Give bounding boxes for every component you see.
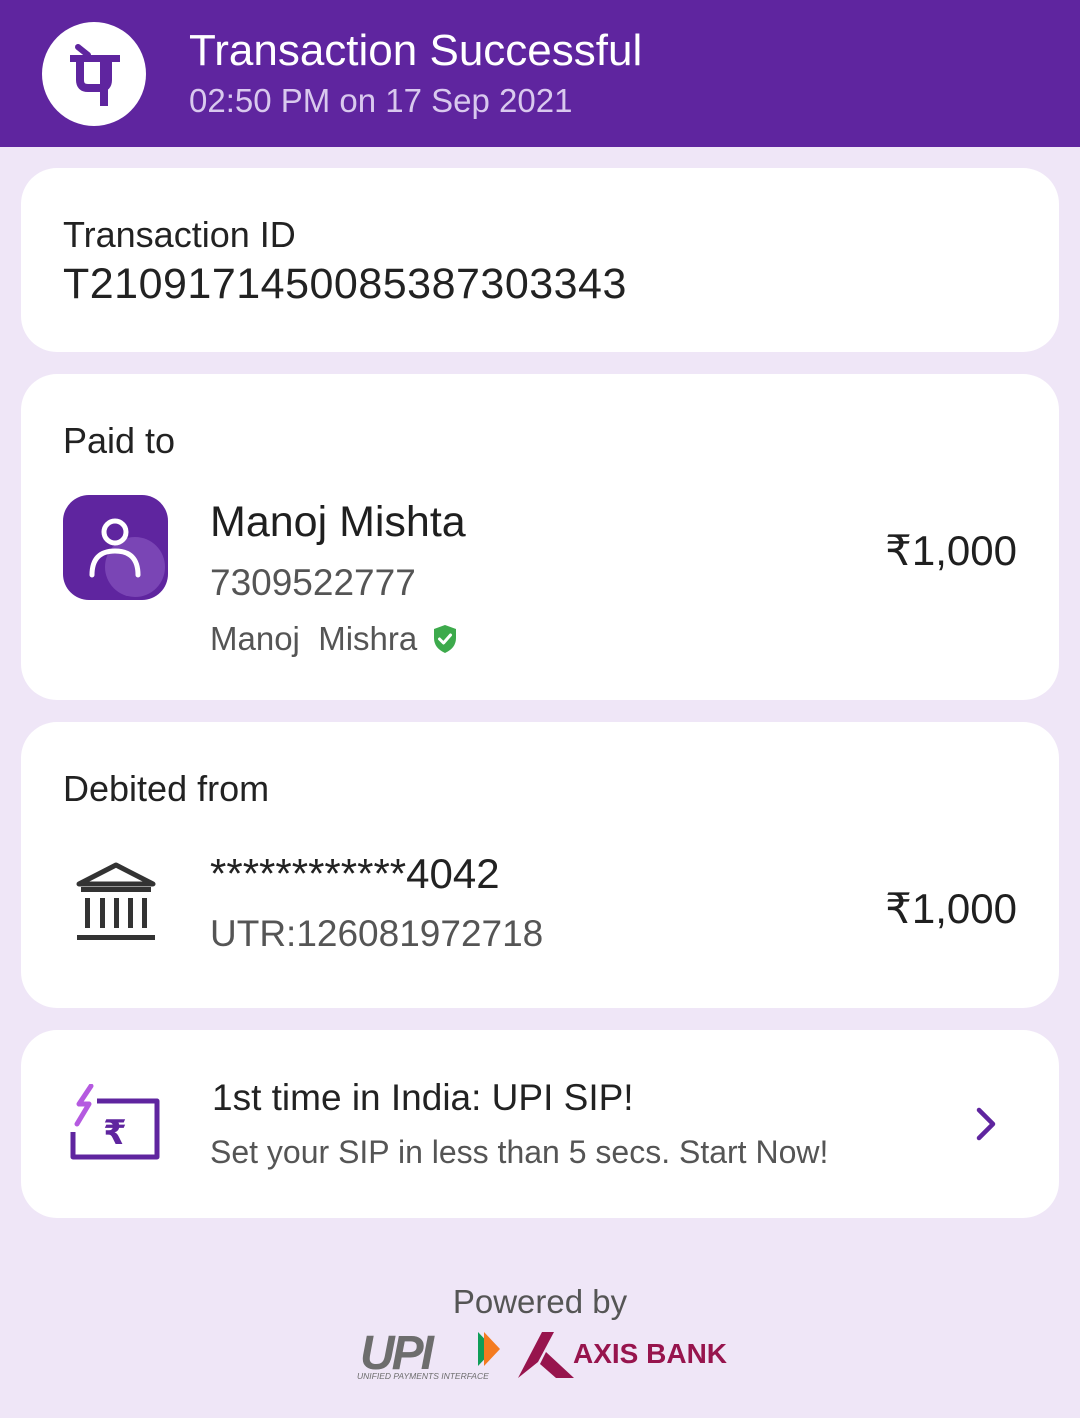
axis-bank-logo: AXIS BANK — [573, 1338, 728, 1369]
payee-verified-row: Manoj Mishra — [210, 620, 458, 658]
account-number-masked: ************4042 — [210, 850, 500, 897]
user-avatar-icon — [63, 495, 168, 600]
paid-to-card[interactable]: Paid to Manoj Mishta 7309522777 Manoj Mi… — [21, 374, 1059, 700]
upi-arrow-icon — [478, 1332, 500, 1366]
powered-by-label: Powered by — [452, 1283, 628, 1320]
upi-tagline: UNIFIED PAYMENTS INTERFACE — [357, 1371, 489, 1381]
payee-name: Manoj Mishta — [210, 498, 466, 546]
transaction-id-card: Transaction ID T2109171450085387303343 — [21, 168, 1059, 352]
axis-bank-logo-icon — [518, 1332, 574, 1378]
header-timestamp: 02:50 PM on 17 Sep 2021 — [189, 82, 573, 119]
utr-number[interactable]: UTR:126081972718 — [210, 913, 543, 955]
debited-from-card[interactable]: Debited from ************4042 UTR:126081… — [21, 722, 1059, 1008]
upi-sip-promo-card[interactable]: ₹ 1st time in India: UPI SIP! Set your S… — [21, 1030, 1059, 1218]
promo-title: 1st time in India: UPI SIP! — [212, 1077, 634, 1118]
promo-subtitle: Set your SIP in less than 5 secs. Start … — [210, 1134, 829, 1170]
payee-verified-name: Manoj Mishra — [210, 620, 418, 657]
svg-text:₹: ₹ — [103, 1113, 127, 1153]
transaction-id-label: Transaction ID — [63, 214, 296, 255]
phonepe-logo-icon — [70, 44, 120, 106]
transaction-id-value[interactable]: T2109171450085387303343 — [63, 260, 627, 309]
sip-rupee-icon: ₹ — [70, 1084, 160, 1160]
payee-phone: 7309522777 — [210, 562, 416, 603]
header-title: Transaction Successful — [189, 26, 643, 75]
debited-amount: ₹1,000 — [885, 885, 1017, 932]
paid-to-label: Paid to — [63, 420, 176, 461]
header-bar: Transaction Successful 02:50 PM on 17 Se… — [0, 0, 1080, 147]
bank-icon — [76, 862, 156, 940]
paid-amount: ₹1,000 — [885, 527, 1017, 574]
phonepe-logo — [42, 22, 146, 126]
verified-shield-icon — [433, 625, 456, 653]
debited-from-label: Debited from — [63, 768, 270, 809]
chevron-right-icon[interactable] — [975, 1106, 999, 1142]
